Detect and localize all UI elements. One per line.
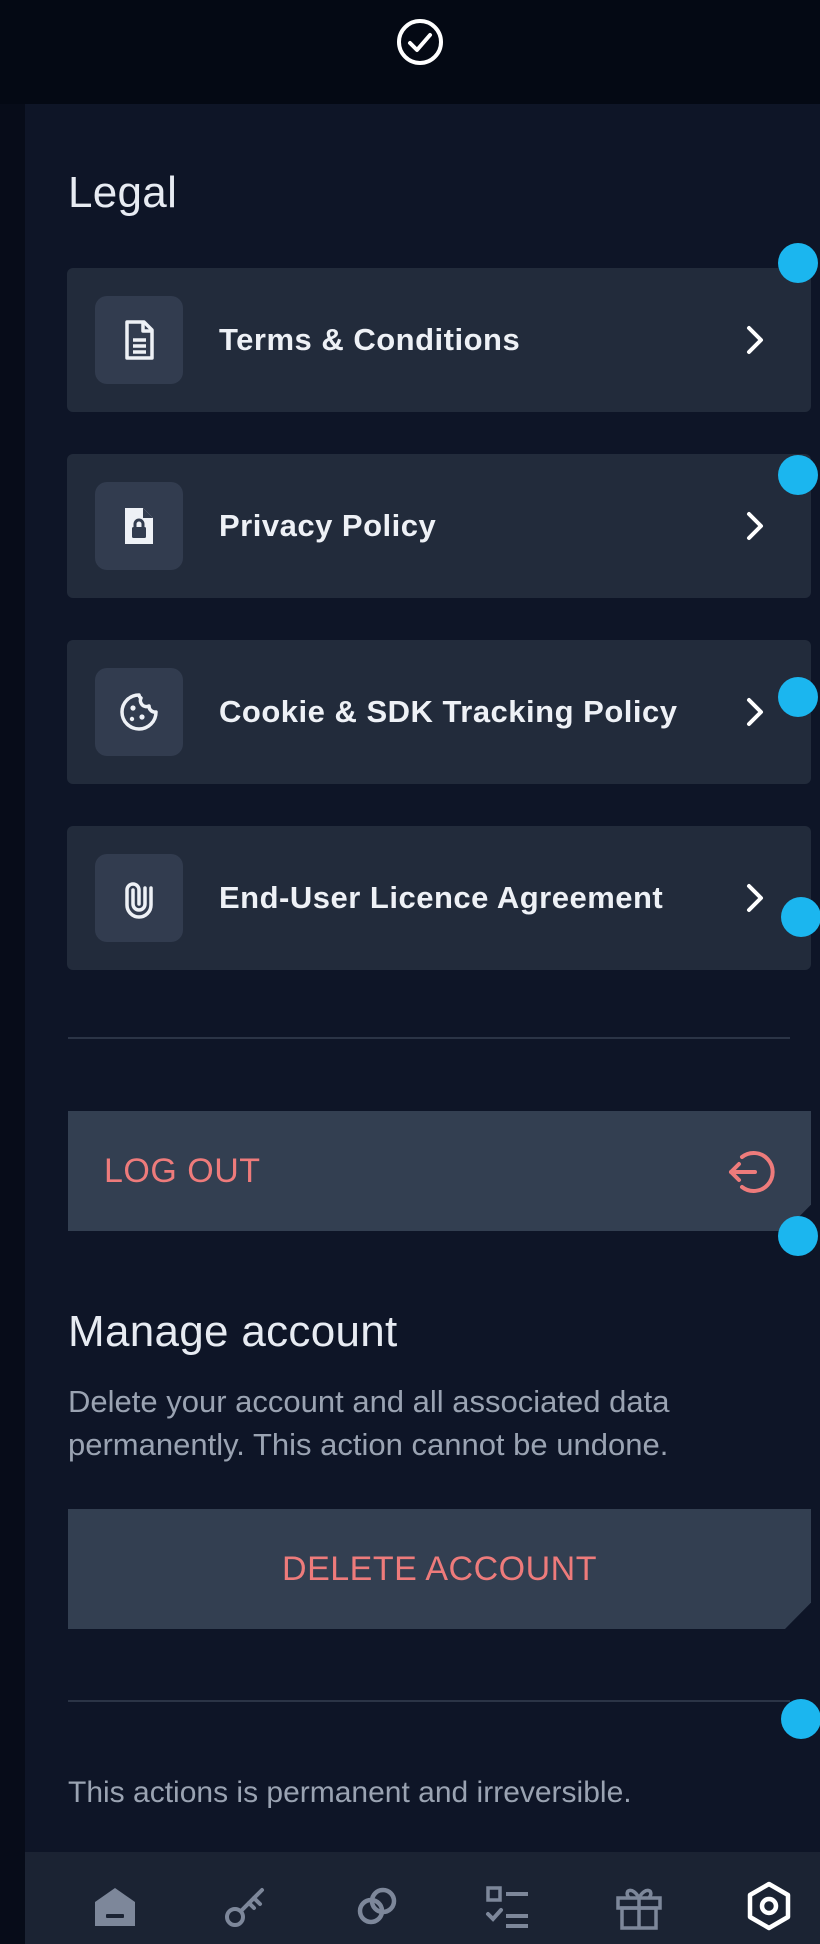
top-bar <box>0 0 820 104</box>
legal-item-label: Cookie & SDK Tracking Policy <box>219 694 678 729</box>
legal-section-title: Legal <box>68 168 178 217</box>
settings-icon <box>747 1881 791 1931</box>
legal-item-cookie[interactable]: Cookie & SDK Tracking Policy <box>67 640 811 784</box>
gift-icon <box>616 1888 662 1930</box>
home-icon <box>95 1888 135 1926</box>
chevron-right-icon <box>747 698 763 726</box>
nav-settings[interactable] <box>743 1880 795 1932</box>
nav-links[interactable] <box>351 1880 403 1932</box>
nav-home[interactable] <box>89 1880 141 1932</box>
checklist-icon <box>486 1886 528 1928</box>
link-icon <box>357 1887 397 1925</box>
marker-dot <box>778 1216 818 1256</box>
legal-item-terms[interactable]: Terms & Conditions <box>67 268 811 412</box>
delete-account-label: DELETE ACCOUNT <box>282 1550 597 1588</box>
marker-dot <box>778 243 818 283</box>
logout-label: LOG OUT <box>104 1152 261 1190</box>
irreversible-note: This actions is permanent and irreversib… <box>68 1776 632 1809</box>
legal-item-privacy[interactable]: Privacy Policy <box>67 454 811 598</box>
legal-item-label: Terms & Conditions <box>219 322 521 357</box>
chevron-right-icon <box>747 326 763 354</box>
divider <box>68 1700 790 1702</box>
left-edge <box>0 104 25 1944</box>
legal-item-eula[interactable]: End-User Licence Agreement <box>67 826 811 970</box>
check-circle-icon <box>397 19 443 65</box>
delete-account-button[interactable]: DELETE ACCOUNT <box>68 1509 811 1629</box>
marker-dot <box>781 897 820 937</box>
nav-tasks[interactable] <box>482 1880 534 1932</box>
marker-dot <box>778 455 818 495</box>
logout-icon <box>729 1151 775 1193</box>
lock-document-icon <box>125 508 153 544</box>
key-icon <box>225 1888 264 1927</box>
manage-account-description: Delete your account and all associated d… <box>68 1384 670 1462</box>
paperclip-icon <box>125 882 153 919</box>
nav-keys[interactable] <box>220 1880 272 1932</box>
bottom-nav <box>25 1852 820 1944</box>
chevron-right-icon <box>747 884 763 912</box>
cookie-icon <box>120 693 158 731</box>
manage-account-title: Manage account <box>68 1307 398 1356</box>
document-icon <box>125 320 154 360</box>
legal-item-label: Privacy Policy <box>219 508 437 543</box>
divider <box>68 1037 790 1039</box>
marker-dot <box>778 677 818 717</box>
marker-dot <box>781 1699 820 1739</box>
chevron-right-icon <box>747 512 763 540</box>
legal-item-label: End-User Licence Agreement <box>219 880 664 915</box>
logout-button[interactable]: LOG OUT <box>68 1111 811 1231</box>
nav-rewards[interactable] <box>613 1880 665 1932</box>
